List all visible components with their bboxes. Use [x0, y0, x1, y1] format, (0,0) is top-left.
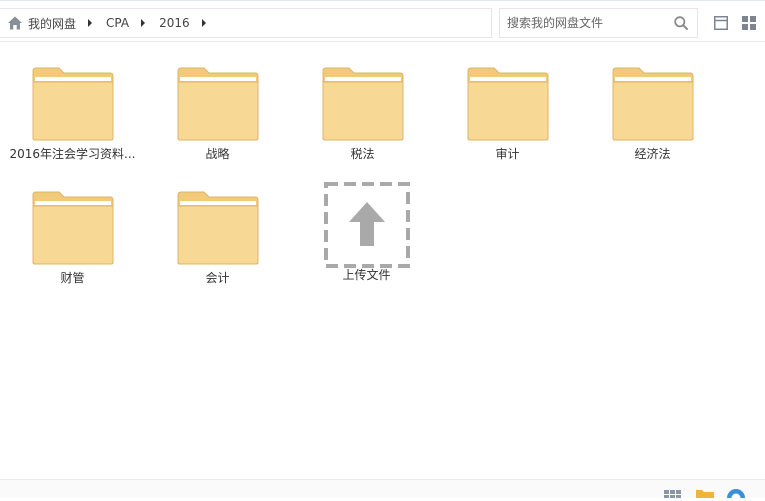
folder-item[interactable]: 财管 [0, 191, 145, 286]
list-view-icon[interactable] [714, 16, 728, 30]
breadcrumb-item-label: 2016 [159, 16, 190, 30]
upload-arrow-icon [323, 182, 410, 268]
folder-icon [612, 67, 693, 141]
search-input[interactable] [500, 9, 668, 37]
search-box [499, 8, 698, 38]
toolbar: 我的网盘 CPA 2016 [0, 0, 765, 42]
folder-name: 会计 [205, 271, 230, 285]
breadcrumb-separator [141, 19, 146, 27]
folder-item[interactable]: 战略 [145, 67, 290, 162]
breadcrumb-home-label: 我的网盘 [28, 16, 77, 31]
upload-label: 上传文件 [342, 268, 391, 282]
folder-name: 2016年注会学习资料... [9, 147, 136, 161]
file-grid: 2016年注会学习资料... 战略 税法 审计 经济法 财管 会计 上传文件 [0, 42, 765, 479]
folder-item[interactable]: 会计 [145, 191, 290, 286]
upload-item[interactable]: 上传文件 [294, 182, 439, 283]
breadcrumb: 我的网盘 CPA 2016 [0, 8, 492, 38]
folder-icon [177, 67, 258, 141]
folder-icon [322, 67, 403, 141]
grid-view-icon[interactable] [742, 16, 756, 30]
folder-name: 财管 [60, 271, 85, 285]
folder-name: 税法 [350, 147, 375, 161]
status-bar [0, 479, 765, 501]
breadcrumb-separator [88, 19, 93, 27]
folder-icon [177, 191, 258, 265]
folder-item[interactable]: 2016年注会学习资料... [0, 67, 145, 162]
breadcrumb-dropdown-arrow[interactable] [201, 19, 206, 27]
folder-item[interactable]: 审计 [435, 67, 580, 162]
folder-icon [32, 191, 113, 265]
home-icon [7, 15, 23, 31]
folder-name: 审计 [495, 147, 520, 161]
folder-item[interactable]: 经济法 [580, 67, 725, 162]
folder-icon [32, 67, 113, 141]
folder-name: 经济法 [634, 147, 671, 161]
folder-item[interactable]: 税法 [290, 67, 435, 162]
breadcrumb-item-label: CPA [106, 16, 130, 30]
breadcrumb-home[interactable]: 我的网盘 [7, 9, 76, 37]
search-icon[interactable] [674, 16, 688, 30]
folder-name: 战略 [205, 147, 230, 161]
breadcrumb-item-cpa[interactable]: CPA [106, 9, 129, 37]
folder-icon [467, 67, 548, 141]
breadcrumb-item-2016[interactable]: 2016 [159, 9, 190, 37]
